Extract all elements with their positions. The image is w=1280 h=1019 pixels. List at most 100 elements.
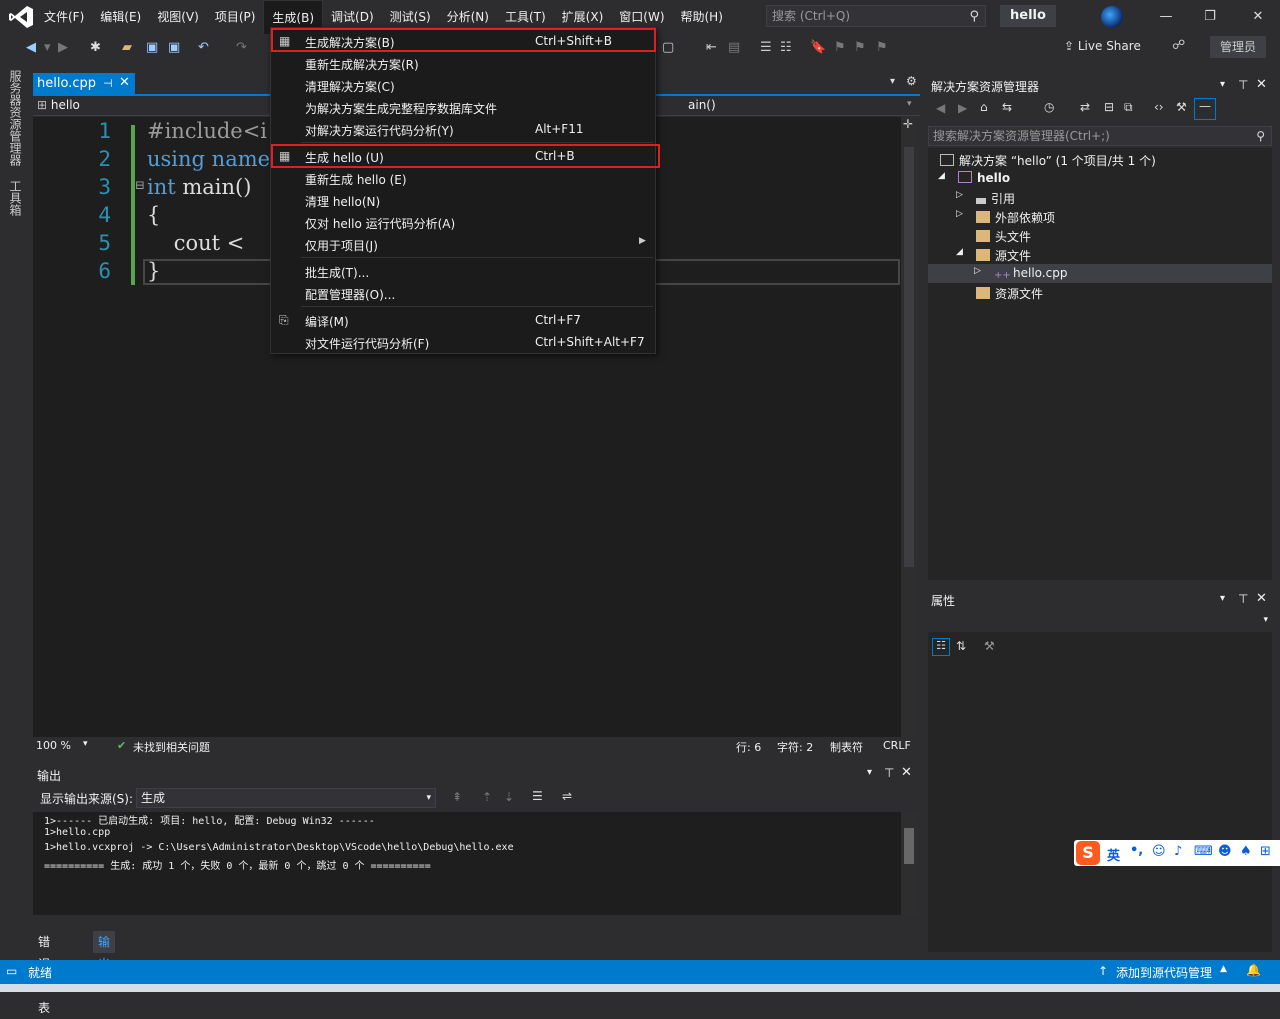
output-text[interactable]: 1>------ 已启动生成: 项目: hello, 配置: Debug Win… [33, 812, 918, 915]
output-hscroll[interactable] [33, 915, 918, 931]
bookmark-prev-icon[interactable]: ⚑ [834, 38, 846, 58]
server-explorer-tab[interactable]: 服务器资源管理器 [8, 70, 24, 166]
menu-item-clean-project[interactable]: 清理 hello(N) [271, 189, 655, 211]
back-icon[interactable]: ◀ [26, 38, 36, 58]
tab-hello-cpp[interactable]: hello.cpp ⊣ ✕ [33, 73, 135, 94]
dropdown-icon[interactable]: ▾ [44, 38, 51, 58]
tab-output[interactable]: 输出 [93, 931, 116, 971]
zoom-level[interactable]: 100 % [36, 739, 71, 752]
collapse-icon[interactable]: ⊟ [135, 178, 145, 192]
menu-project[interactable]: 项目(P) [207, 0, 264, 34]
properties-object-select[interactable]: ▾ [928, 612, 1272, 632]
home-icon[interactable]: ⌂ [980, 100, 988, 114]
menu-file[interactable]: 文件(F) [36, 0, 92, 34]
expand-icon[interactable]: ◢ [956, 247, 963, 257]
skin-icon[interactable]: ♠ [1240, 844, 1252, 859]
toolbox-tab[interactable]: 工具箱 [8, 180, 24, 216]
menu-item-project-only[interactable]: 仅用于项目(J) ▶ [271, 233, 655, 255]
preview-icon[interactable]: — [1194, 98, 1216, 120]
indent-mode[interactable]: 制表符 [830, 739, 863, 755]
menu-item-analyze-solution[interactable]: 对解决方案运行代码分析(Y) Alt+F11 [271, 118, 655, 140]
punctuation-icon[interactable]: •, [1130, 843, 1143, 858]
close-panel-icon[interactable]: ✕ [1256, 591, 1267, 606]
pin-icon[interactable]: ⊤ [1238, 592, 1248, 606]
output-scrollbar-thumb[interactable] [904, 828, 914, 864]
menu-item-rebuild-solution[interactable]: 重新生成解决方案(R) [271, 52, 655, 74]
toolbox-grid-icon[interactable]: ⊞ [1260, 844, 1271, 859]
collapse-all-icon[interactable]: ⊟ [1104, 100, 1114, 114]
emoji-icon[interactable]: ☺ [1152, 844, 1166, 859]
next-message-icon[interactable]: ⇣ [504, 790, 514, 804]
step-icon[interactable]: ⇤ [706, 38, 717, 58]
close-icon[interactable]: ✕ [1246, 6, 1270, 28]
split-icon[interactable]: ✛ [903, 117, 913, 131]
panel-menu-icon[interactable]: ▾ [1220, 593, 1225, 604]
scrollbar-thumb[interactable] [904, 147, 914, 567]
forward-icon[interactable]: ▶ [958, 101, 967, 115]
zoom-dropdown-icon[interactable]: ▾ [83, 739, 88, 749]
tree-solution[interactable]: 解决方案 “hello” (1 个项目/共 1 个) [940, 152, 1156, 169]
expand-icon[interactable]: ▷ [974, 266, 981, 276]
menu-item-clean-solution[interactable]: 清理解决方案(C) [271, 74, 655, 96]
search-input[interactable]: 搜索 (Ctrl+Q) ⚲ [766, 5, 986, 27]
chevron-up-icon[interactable]: ▲ [1220, 964, 1227, 974]
line-ending[interactable]: CRLF [883, 739, 911, 752]
keyboard-icon[interactable]: ⌨ [1194, 844, 1213, 859]
bookmark-icon[interactable]: 🔖 [810, 38, 826, 58]
save-all-icon[interactable]: ▣ [168, 38, 180, 58]
save-icon[interactable]: ▣ [146, 38, 158, 58]
tree-project[interactable]: hello [958, 171, 1010, 185]
undo-icon[interactable]: ↶ [198, 38, 209, 58]
settings-gear-icon[interactable]: ⚙ [906, 74, 917, 88]
view-code-icon[interactable]: ‹› [1154, 100, 1164, 114]
add-to-source-control[interactable]: 添加到源代码管理 [1116, 964, 1212, 981]
live-share-button[interactable]: ⇪ Live Share [1064, 39, 1141, 57]
menu-item-rebuild-project[interactable]: 重新生成 hello (E) [271, 167, 655, 189]
nav-dropdown-icon[interactable]: ▾ [907, 99, 912, 109]
bookmark-clear-icon[interactable]: ⚑ [876, 38, 888, 58]
find-message-icon[interactable]: ⇞ [452, 790, 462, 804]
toolbar-tool-icon[interactable]: ▢ [662, 38, 674, 58]
tree-references[interactable]: 引用 [976, 190, 1015, 207]
redo-icon[interactable]: ↷ [236, 38, 247, 58]
restore-icon[interactable]: ❐ [1198, 6, 1222, 28]
close-tab-icon[interactable]: ✕ [119, 72, 130, 93]
forward-icon[interactable]: ▶ [58, 38, 68, 58]
minimize-icon[interactable]: — [1154, 6, 1178, 28]
ime-mode[interactable]: 英 [1107, 845, 1120, 864]
categorized-icon[interactable]: ☷ [932, 638, 950, 656]
pin-icon[interactable]: ⊤ [884, 766, 894, 780]
menu-edit[interactable]: 编辑(E) [92, 0, 149, 34]
pin-icon[interactable]: ⊤ [1238, 78, 1248, 92]
tab-list-dropdown-icon[interactable]: ▾ [890, 76, 895, 87]
open-folder-icon[interactable]: ▰ [122, 38, 132, 58]
menu-item-batch-build[interactable]: 批生成(T)... [271, 260, 655, 282]
word-wrap-icon[interactable]: ⇌ [562, 789, 572, 803]
properties-wrench-icon[interactable]: ⚒ [1176, 100, 1187, 114]
pin-icon[interactable]: ⊣ [103, 73, 113, 94]
outdent-icon[interactable]: ☰ [760, 38, 772, 58]
sync-icon[interactable]: ⇄ [1080, 100, 1090, 114]
property-pages-icon[interactable]: ⚒ [984, 639, 995, 653]
close-panel-icon[interactable]: ✕ [1256, 77, 1267, 92]
feedback-icon[interactable]: ☍ [1172, 38, 1185, 53]
expand-icon[interactable]: ▷ [956, 190, 963, 200]
tree-hello-cpp[interactable]: ++ hello.cpp [994, 266, 1067, 282]
menu-item-analyze-project[interactable]: 仅对 hello 运行代码分析(A) [271, 211, 655, 233]
expand-icon[interactable]: ◢ [938, 171, 945, 181]
back-icon[interactable]: ◀ [936, 101, 945, 115]
menu-item-analyze-file[interactable]: 对文件运行代码分析(F) Ctrl+Shift+Alt+F7 [271, 331, 655, 353]
notification-bell-icon[interactable]: 🔔 [1246, 963, 1261, 977]
tree-source-files[interactable]: 源文件 [976, 247, 1031, 264]
indent-icon[interactable]: ☷ [780, 38, 792, 58]
output-source-select[interactable]: 生成 ▾ [136, 788, 436, 808]
tree-header-files[interactable]: 头文件 [976, 228, 1031, 245]
close-panel-icon[interactable]: ✕ [901, 765, 912, 780]
new-project-icon[interactable]: ✱ [90, 38, 101, 58]
sogou-logo-icon[interactable]: S [1076, 841, 1100, 865]
issues-status[interactable]: 未找到相关问题 [133, 739, 210, 755]
clear-all-icon[interactable]: ☰ [532, 789, 543, 803]
nav-function-dropdown[interactable]: ain() [688, 98, 716, 112]
nav-scope-dropdown[interactable]: ⊞ hello [37, 98, 80, 112]
user-icon[interactable]: ☻ [1218, 844, 1232, 859]
